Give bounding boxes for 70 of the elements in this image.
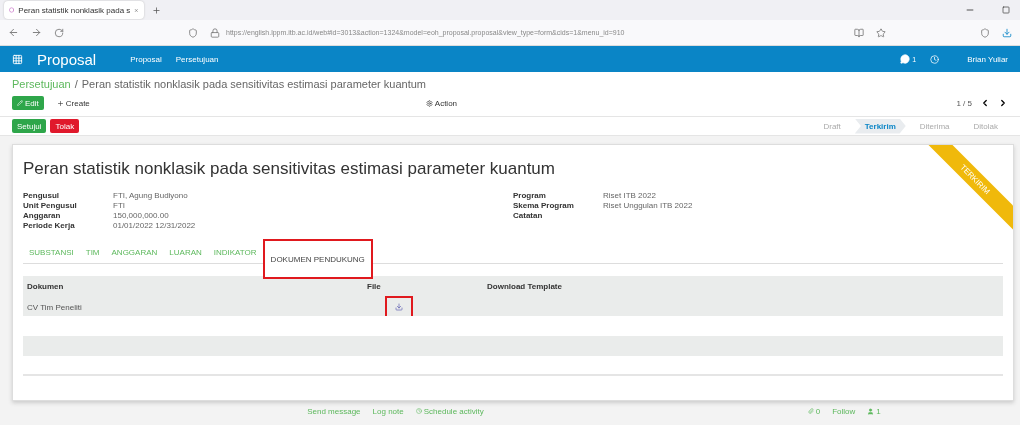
field-value: Riset ITB 2022	[602, 191, 656, 200]
column-header: Download Template	[487, 281, 562, 291]
approve-button[interactable]: Setujui	[12, 119, 47, 133]
notebook-tab[interactable]: SUBSTANSI	[23, 242, 80, 263]
field-label: Periode Kerja	[23, 221, 75, 230]
field-value: 150,000,000.00	[112, 211, 169, 220]
pencil-icon	[17, 100, 23, 106]
field-value: FTI, Agung Budiyono	[112, 191, 188, 200]
breadcrumb-title: Peran statistik nonklasik pada sensitivitas estimasi parameter kuantum	[81, 78, 426, 90]
edit-button[interactable]: Edit	[12, 96, 44, 110]
menu-icon[interactable]	[12, 53, 23, 65]
forward-icon[interactable]	[31, 27, 42, 38]
plus-icon	[56, 99, 64, 107]
field-label: Catatan	[513, 211, 543, 220]
chatter-link[interactable]: Send message	[307, 406, 361, 416]
follow-link[interactable]: Follow	[832, 406, 856, 416]
shield-icon	[188, 27, 198, 38]
column-header: Dokumen	[27, 281, 64, 291]
activity-icon[interactable]	[930, 54, 940, 64]
action-button[interactable]: Action	[420, 96, 463, 110]
field-value: 01/01/2022 12/31/2022	[112, 221, 196, 230]
notebook-tab[interactable]: LUARAN	[163, 242, 208, 263]
nav-link[interactable]: Proposal	[130, 54, 162, 64]
field-label: Unit Pengusul	[23, 201, 77, 210]
user-name[interactable]: Brian Yuliar	[967, 54, 1008, 64]
pager: 1 / 5	[956, 98, 972, 108]
notebook-tab[interactable]: DOKUMEN PENDUKUNG	[262, 239, 373, 279]
app-title: Proposal	[37, 50, 97, 68]
browser-tab[interactable]: Peran statistik nonklasik pada s	[4, 1, 144, 19]
field-label: Program	[513, 191, 546, 200]
previous-icon[interactable]	[980, 98, 990, 108]
field-label: Skema Program	[513, 201, 574, 210]
person-icon	[867, 407, 875, 415]
field-value: FTI	[112, 201, 125, 210]
breadcrumb-separator: /	[74, 78, 78, 90]
download-icon[interactable]	[1002, 27, 1012, 38]
column-header: File	[367, 281, 381, 291]
field-label: Pengusul	[23, 191, 59, 200]
lock-icon	[210, 27, 220, 38]
next-icon[interactable]	[998, 98, 1008, 108]
maximize-icon[interactable]	[1002, 6, 1010, 14]
status-step[interactable]: Terkirim	[854, 118, 906, 134]
reader-icon[interactable]	[854, 27, 864, 38]
create-button[interactable]: Create	[51, 96, 95, 110]
chatter-link[interactable]: Log note	[372, 406, 404, 416]
site-icon	[9, 6, 15, 14]
clock-icon	[415, 408, 422, 414]
record-title: Peran statistik nonklasik pada sensitivitas estimasi parameter kuantum	[23, 159, 555, 179]
download-icon	[395, 303, 403, 311]
gear-icon	[425, 99, 433, 107]
back-icon[interactable]	[8, 27, 19, 38]
breadcrumb-link[interactable]: Persetujuan	[12, 78, 71, 90]
table-cell: CV Tim Peneliti	[27, 302, 82, 312]
shield-icon[interactable]	[980, 27, 990, 38]
nav-link[interactable]: Persetujuan	[175, 54, 219, 64]
followers-link[interactable]: 1	[867, 406, 881, 416]
field-label: Anggaran	[23, 211, 61, 220]
chat-icon[interactable]	[900, 54, 911, 64]
notebook-tab[interactable]: INDIKATOR	[207, 242, 263, 263]
new-tab-icon[interactable]	[152, 5, 161, 15]
field-value: Riset Unggulan ITB 2022	[602, 201, 693, 210]
notebook-tab[interactable]: ANGGARAN	[105, 242, 164, 263]
close-icon[interactable]	[134, 6, 139, 14]
schedule-link[interactable]: Schedule activity	[415, 406, 484, 416]
bookmark-icon[interactable]	[876, 27, 886, 38]
reload-icon[interactable]	[54, 27, 64, 38]
attachment-link[interactable]: 0	[807, 406, 821, 416]
notebook-tab[interactable]: TIM	[79, 242, 106, 263]
paperclip-icon	[807, 408, 814, 414]
reject-button[interactable]: Tolak	[50, 119, 80, 133]
